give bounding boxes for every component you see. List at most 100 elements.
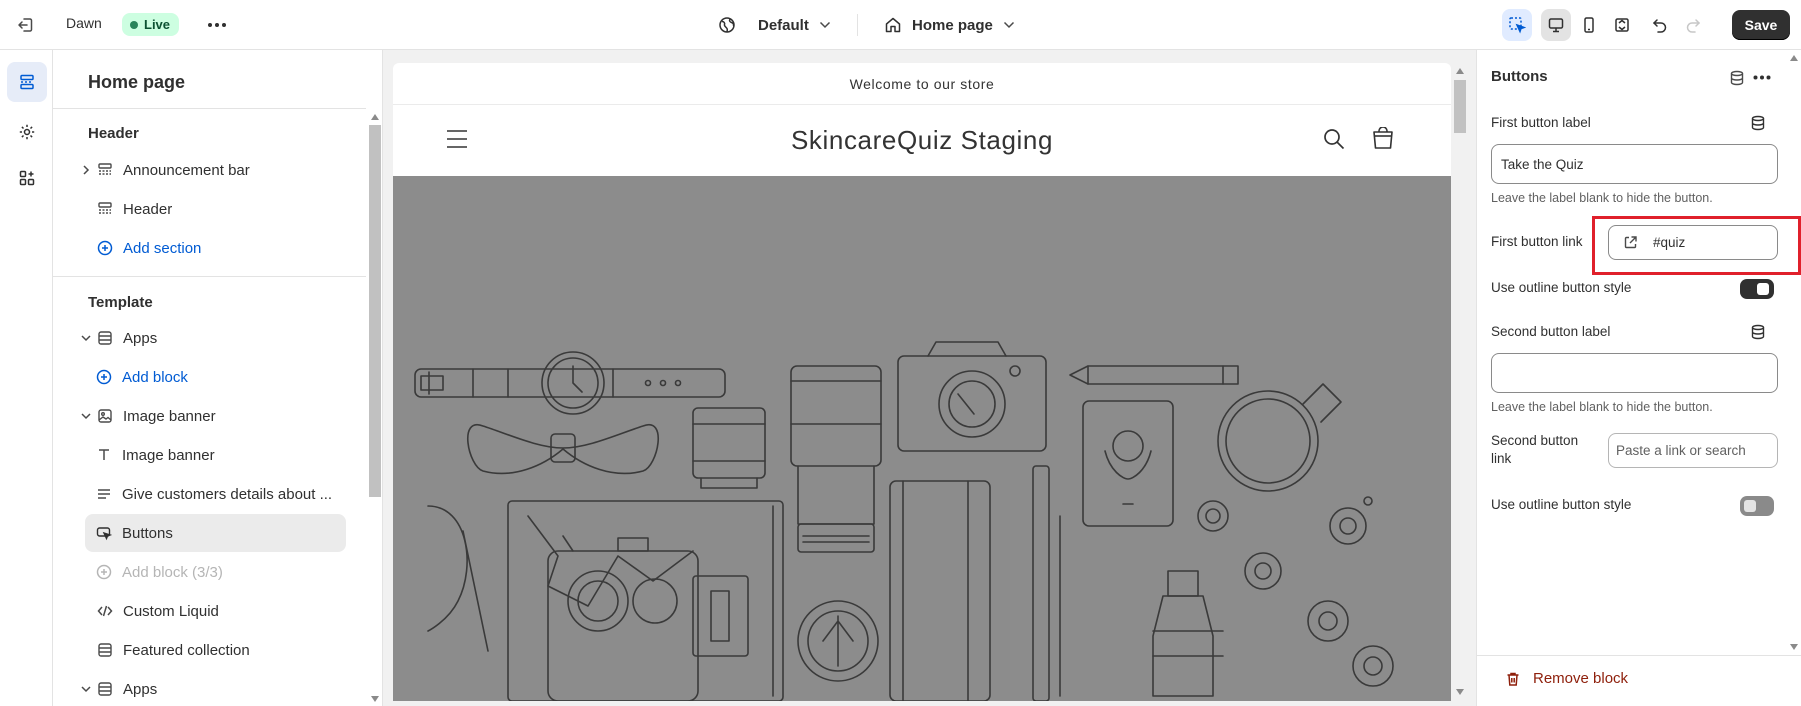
save-button[interactable]: Save xyxy=(1732,10,1790,40)
dynamic-source-icon[interactable] xyxy=(1750,324,1766,340)
store-name[interactable]: SkincareQuiz Staging xyxy=(393,125,1451,156)
section-custom-liquid[interactable]: Custom Liquid xyxy=(78,592,346,630)
store-preview-frame[interactable]: Welcome to our store SkincareQuiz Stagin… xyxy=(393,63,1451,701)
add-block-label: Add block (3/3) xyxy=(122,563,223,581)
history-group xyxy=(1645,9,1708,41)
exit-icon xyxy=(18,18,33,32)
store-header[interactable]: SkincareQuiz Staging xyxy=(393,105,1451,176)
image-banner[interactable] xyxy=(393,176,1451,701)
outline-style-1-toggle[interactable] xyxy=(1740,279,1774,299)
second-button-link-title-line1: Second button xyxy=(1491,433,1579,448)
add-section-header-button[interactable]: Add section xyxy=(78,229,346,267)
search-icon[interactable] xyxy=(1323,128,1345,150)
section-icon xyxy=(96,330,114,346)
block-buttons[interactable]: Buttons xyxy=(85,514,346,552)
second-button-label-input[interactable] xyxy=(1491,353,1778,393)
first-button-label-input[interactable]: Take the Quiz xyxy=(1491,144,1778,184)
section-header[interactable]: Header xyxy=(78,190,346,228)
section-icon xyxy=(96,642,114,658)
home-icon xyxy=(885,17,901,33)
section-image-banner[interactable]: Image banner xyxy=(78,397,346,435)
remove-block-button[interactable]: Remove block xyxy=(1505,670,1628,687)
desktop-icon xyxy=(1548,18,1564,33)
section-label: Featured collection xyxy=(123,641,250,659)
dynamic-source-icon[interactable] xyxy=(1729,70,1745,86)
section-label: Apps xyxy=(123,680,158,698)
section-label: Announcement bar xyxy=(123,161,250,179)
top-bar: Dawn Live Default Home page Save xyxy=(0,0,1801,50)
dynamic-source-icon[interactable] xyxy=(1750,115,1766,131)
second-button-help-text: Leave the label blank to hide the button… xyxy=(1491,400,1713,414)
second-button-link-input[interactable]: Paste a link or search xyxy=(1608,433,1778,468)
inspector-group xyxy=(1502,9,1532,41)
inspector-toggle-button[interactable] xyxy=(1502,9,1532,41)
section-label: Apps xyxy=(123,329,158,347)
second-button-link-title-line2: link xyxy=(1491,451,1512,466)
redo-button[interactable] xyxy=(1678,9,1708,41)
text-icon xyxy=(95,447,113,463)
globe-icon xyxy=(719,17,735,33)
sidebar-scroll-thumb[interactable] xyxy=(369,125,381,497)
panel-footer: Remove block xyxy=(1477,655,1801,706)
chevron-down-icon xyxy=(1003,21,1014,29)
inspector-cursor-icon xyxy=(1509,17,1526,34)
block-settings-panel: Buttons First button label Take the Quiz… xyxy=(1476,50,1801,706)
block-image-banner-heading[interactable]: Image banner xyxy=(95,436,346,474)
annotation-highlight-box xyxy=(1592,216,1801,275)
undo-icon xyxy=(1652,19,1667,33)
block-label: Give customers details about ... xyxy=(122,485,333,503)
sections-sidebar: Home page Header Announcement bar Header… xyxy=(53,50,383,706)
theme-settings-rail-button[interactable] xyxy=(7,112,47,152)
more-horizontal-icon[interactable] xyxy=(1753,75,1771,80)
preview-scrollbar[interactable] xyxy=(1451,63,1468,701)
live-dot-icon xyxy=(130,20,138,29)
remove-block-label: Remove block xyxy=(1533,670,1629,687)
fullscreen-view-button[interactable] xyxy=(1607,9,1637,41)
mobile-icon xyxy=(1584,17,1594,33)
scroll-up-icon xyxy=(371,114,379,120)
toggle-knob xyxy=(1757,283,1769,295)
announcement-bar[interactable]: Welcome to our store xyxy=(393,63,1451,105)
viewport-group xyxy=(1541,9,1637,41)
apps-icon xyxy=(19,170,35,186)
template-group-title: Template xyxy=(88,294,153,311)
theme-style-selector[interactable]: Default xyxy=(718,12,831,38)
undo-button[interactable] xyxy=(1645,9,1675,41)
outline-style-2-toggle[interactable] xyxy=(1740,496,1774,516)
plus-circle-icon xyxy=(95,369,113,385)
section-apps-2[interactable]: Apps xyxy=(78,670,346,706)
section-icon xyxy=(96,201,114,217)
plus-circle-icon xyxy=(96,240,114,256)
section-icon xyxy=(96,162,114,178)
preview-scroll-thumb[interactable] xyxy=(1454,80,1466,133)
block-text[interactable]: Give customers details about ... xyxy=(95,475,346,513)
theme-actions-button[interactable] xyxy=(203,13,231,37)
page-title: Home page xyxy=(88,72,186,92)
section-label: Header xyxy=(123,200,173,218)
sections-rail-button[interactable] xyxy=(7,62,47,102)
sidebar-scrollbar[interactable] xyxy=(367,50,382,706)
chevron-down-icon xyxy=(78,685,94,693)
section-apps[interactable]: Apps xyxy=(78,319,346,357)
app-embeds-rail-button[interactable] xyxy=(7,158,47,198)
sidebar-divider xyxy=(53,108,366,109)
header-group-title: Header xyxy=(88,125,139,142)
live-badge-label: Live xyxy=(144,17,171,32)
gear-icon xyxy=(19,124,35,140)
scroll-up-icon xyxy=(1456,68,1464,74)
section-announcement-bar[interactable]: Announcement bar xyxy=(78,151,346,189)
announcement-text: Welcome to our store xyxy=(849,75,995,92)
block-label: Buttons xyxy=(122,524,173,542)
mobile-view-button[interactable] xyxy=(1574,9,1604,41)
exit-button[interactable] xyxy=(12,12,40,38)
sections-icon xyxy=(20,74,34,90)
banner-placeholder-illustration xyxy=(414,341,1394,701)
panel-scrollbar[interactable] xyxy=(1785,50,1801,655)
cart-icon[interactable] xyxy=(1371,127,1395,151)
desktop-view-button[interactable] xyxy=(1541,9,1571,41)
first-button-label-title: First button label xyxy=(1491,115,1591,130)
section-featured-collection[interactable]: Featured collection xyxy=(78,631,346,669)
add-block-apps-button[interactable]: Add block xyxy=(95,358,346,396)
scroll-down-icon xyxy=(1790,644,1798,650)
page-selector[interactable]: Home page xyxy=(884,12,1015,38)
